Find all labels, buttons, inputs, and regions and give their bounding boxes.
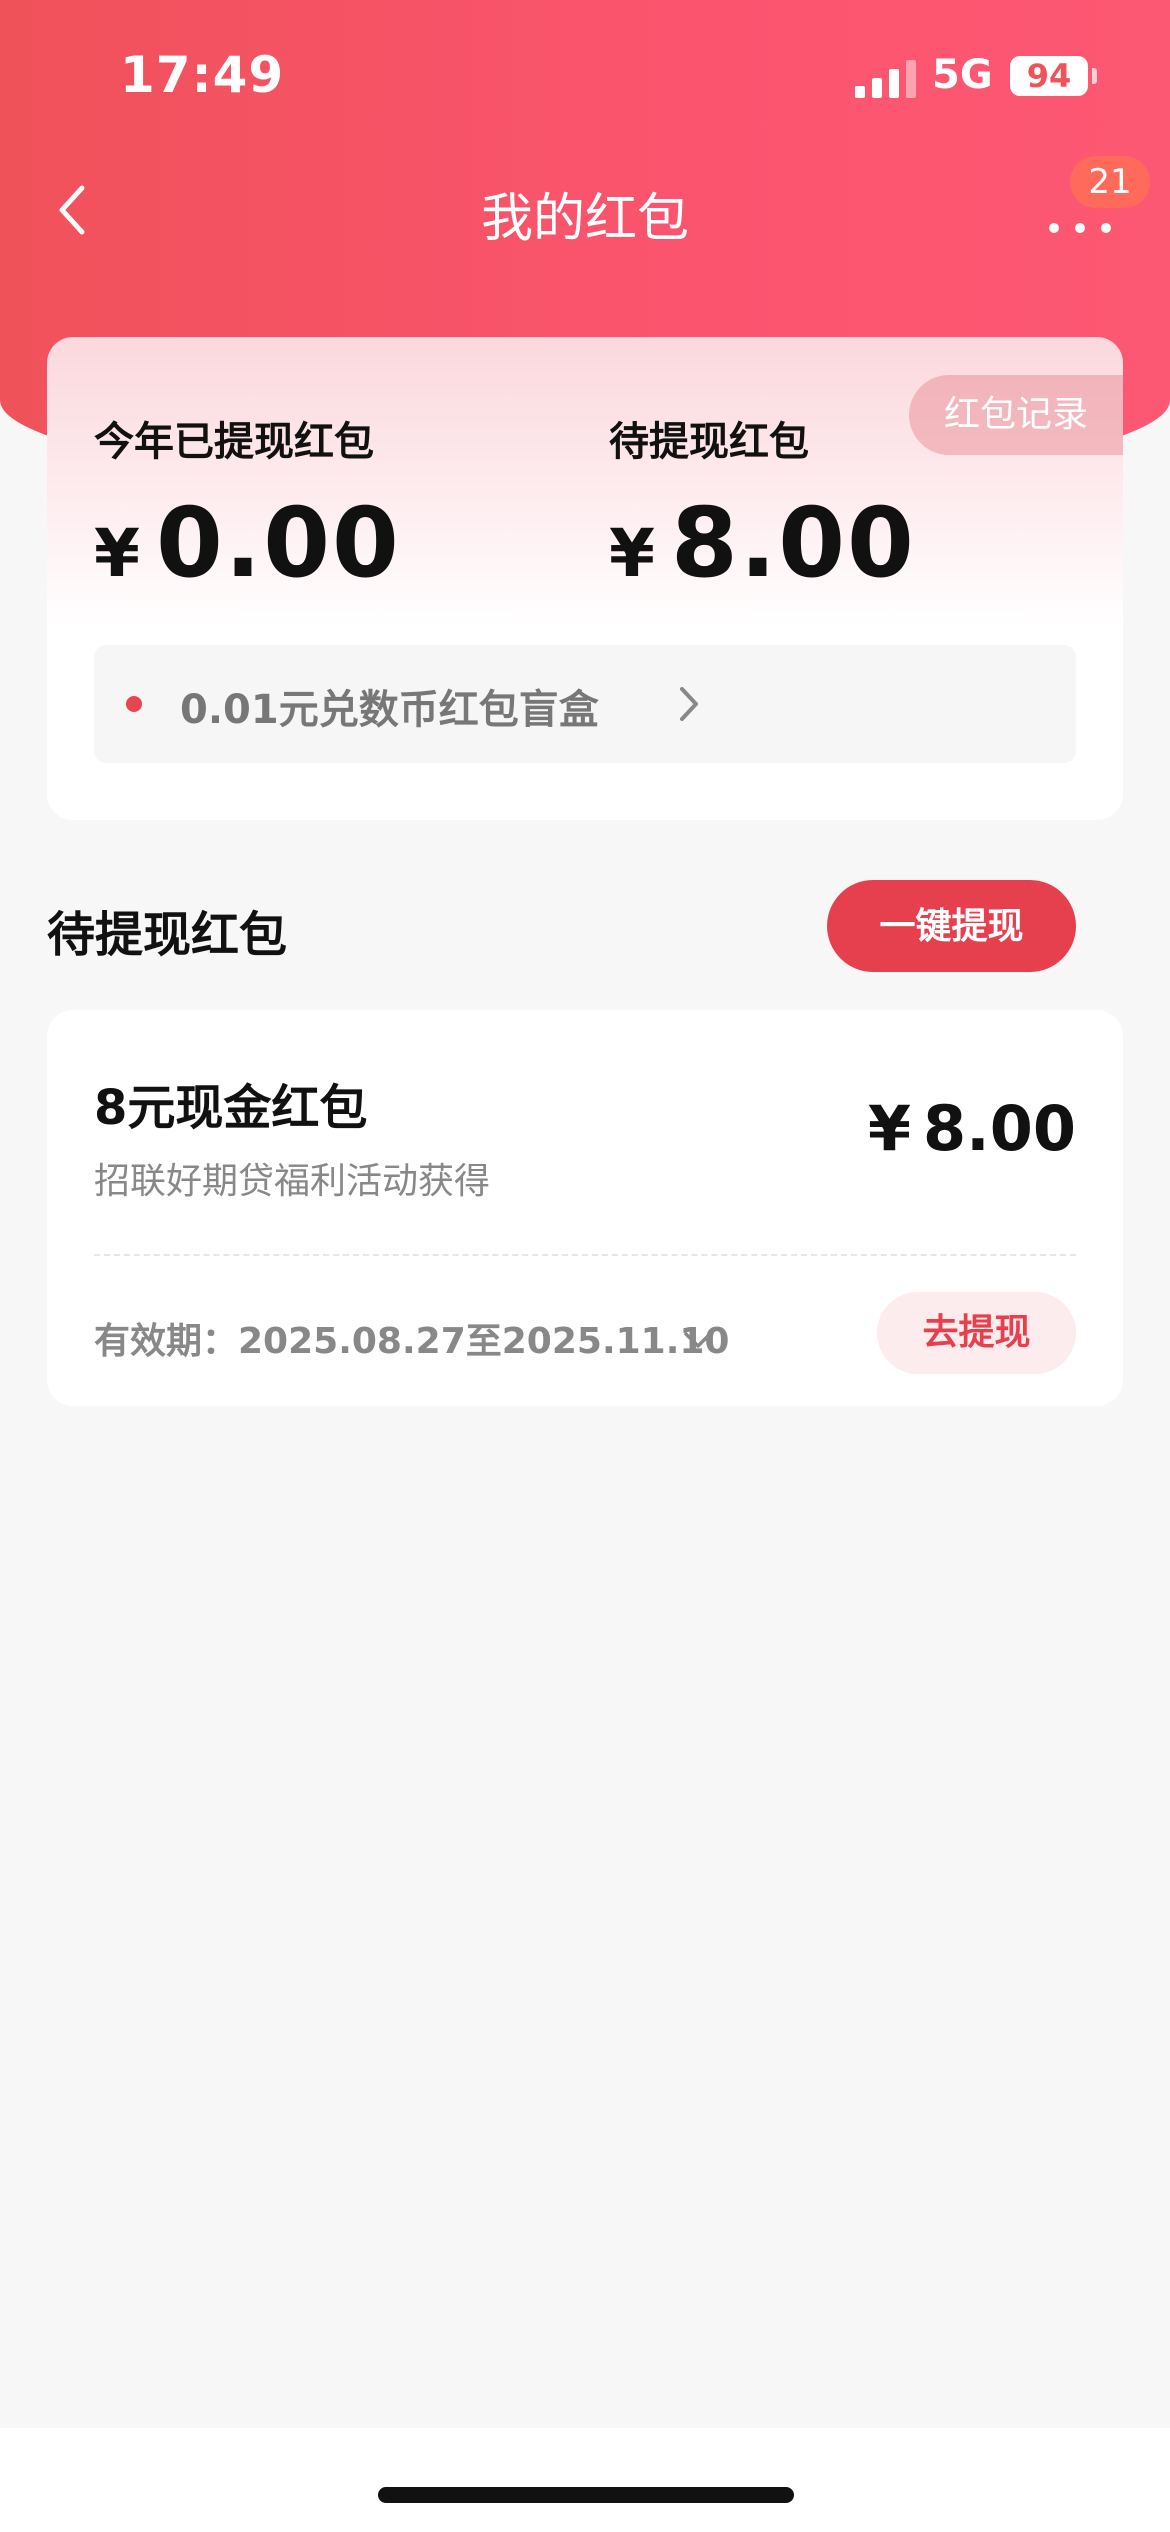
packet-subtitle: 招联好期贷福利活动获得: [94, 1161, 491, 1202]
pending-label: 待提现红包: [609, 419, 809, 465]
packet-value: 8.00: [923, 1092, 1076, 1165]
bottom-safe-area: [0, 2428, 1170, 2532]
packet-currency: ¥: [867, 1092, 912, 1165]
page-title: 我的红包: [480, 189, 689, 249]
withdrawn-currency: ¥: [94, 515, 142, 592]
notification-badge: 21: [1070, 156, 1150, 208]
signal-icon: [855, 60, 916, 98]
chevron-right-icon: [680, 687, 698, 721]
summary-card: 红包记录 今年已提现红包 ¥0.00 待提现红包 ¥8.00 0.01元兑数币红…: [47, 337, 1123, 820]
withdraw-all-button[interactable]: 一键提现: [827, 880, 1076, 972]
withdrawn-label: 今年已提现红包: [94, 419, 374, 465]
status-bar: 17:49 5G 94: [0, 0, 1170, 150]
pending-amount: ¥8.00: [609, 487, 916, 599]
network-type: 5G: [932, 52, 993, 98]
validity-text: 有效期：2025.08.27至2025.11.10: [94, 1321, 730, 1362]
pending-value: 8.00: [670, 487, 916, 599]
record-button[interactable]: 红包记录: [909, 375, 1123, 455]
dashed-divider: [94, 1254, 1076, 1256]
withdrawn-amount: ¥0.00: [94, 487, 401, 599]
packet-title: 8元现金红包: [94, 1080, 368, 1136]
chevron-down-icon[interactable]: [681, 1328, 715, 1352]
blind-box-banner[interactable]: 0.01元兑数币红包盲盒: [94, 645, 1076, 763]
blind-box-text: 0.01元兑数币红包盲盒: [180, 687, 599, 733]
home-indicator: [378, 2487, 794, 2503]
packet-amount: ¥8.00: [868, 1092, 1076, 1165]
red-packet-card: 8元现金红包 招联好期贷福利活动获得 ¥8.00 有效期：2025.08.27至…: [47, 1010, 1123, 1406]
withdrawn-value: 0.00: [155, 487, 401, 599]
section-title: 待提现红包: [47, 907, 288, 963]
navigation-bar: 我的红包: [0, 160, 1170, 256]
pending-currency: ¥: [609, 515, 657, 592]
red-dot: [126, 696, 142, 712]
battery-tip: [1092, 68, 1097, 84]
status-time: 17:49: [120, 46, 285, 104]
go-withdraw-button[interactable]: 去提现: [877, 1292, 1076, 1374]
battery-icon: 94: [1010, 56, 1088, 96]
